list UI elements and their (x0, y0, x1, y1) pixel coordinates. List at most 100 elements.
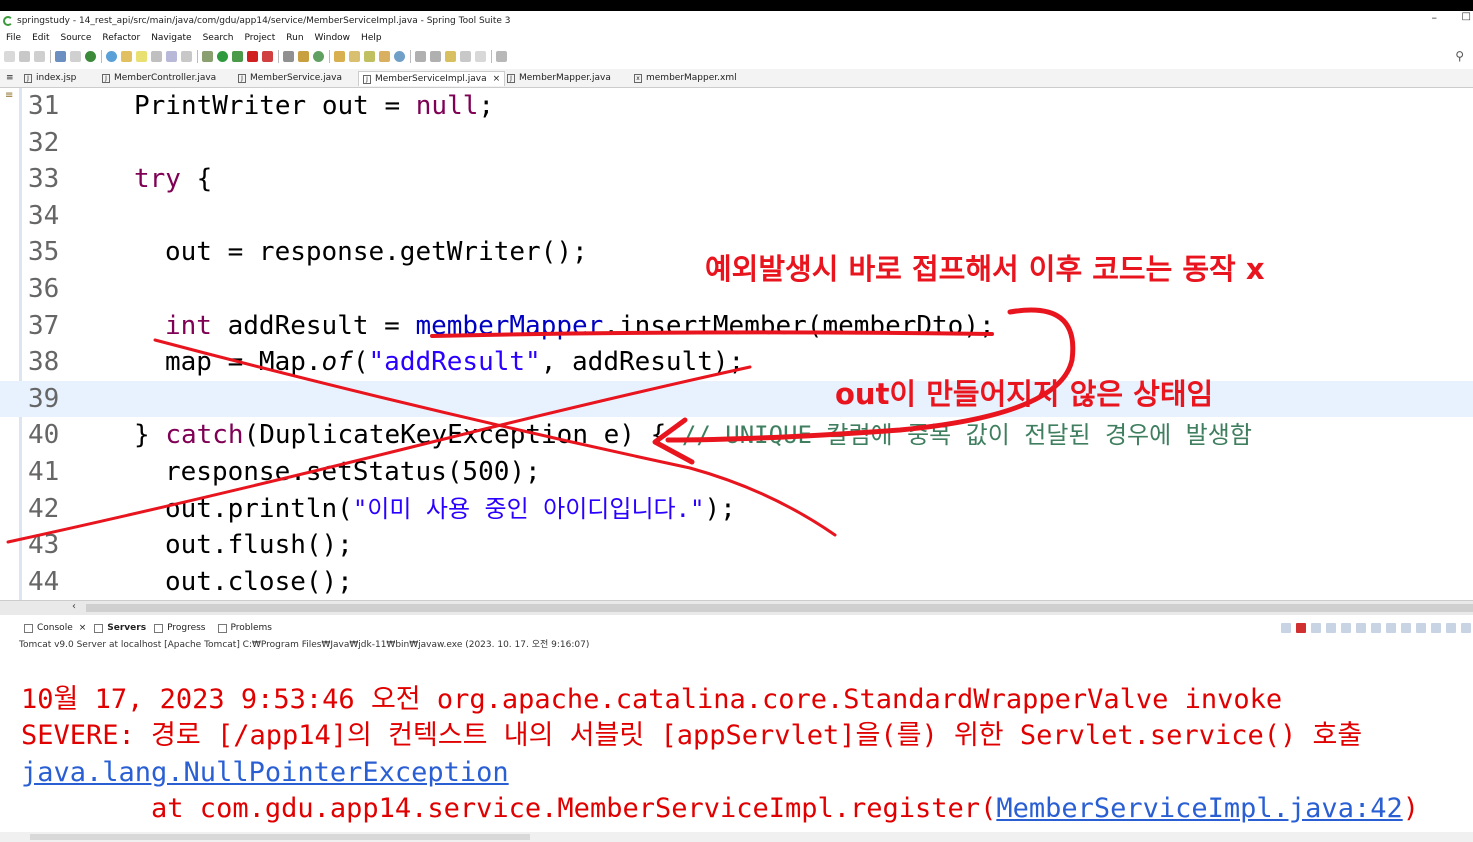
console-line: at com.gdu.app14.service.MemberServiceIm… (21, 791, 1419, 827)
tab-member-controller[interactable]: J MemberController.java (102, 71, 216, 85)
code-token: PrintWriter (134, 91, 307, 121)
skip-breakpoints-icon[interactable] (70, 50, 81, 62)
console-process-description: Tomcat v9.0 Server at localhost [Apache … (19, 640, 590, 650)
menu-file[interactable]: File (6, 33, 21, 43)
scroll-lock-icon[interactable] (1341, 623, 1351, 633)
tab-member-mapper[interactable]: J MemberMapper.java (507, 71, 611, 85)
code-token: } (134, 420, 166, 451)
tab-member-mapper-xml[interactable]: x memberMapper.xml (634, 71, 737, 85)
globe-icon[interactable] (394, 50, 405, 62)
last-edit-icon[interactable] (445, 50, 456, 62)
console-horizontal-scrollbar[interactable] (0, 832, 1473, 842)
open-perspective-icon[interactable] (496, 50, 507, 62)
string-token: "addResult" (368, 347, 541, 378)
line-number: 38 (28, 347, 60, 378)
tab-member-service-impl[interactable]: J MemberServiceImpl.java × (358, 71, 506, 86)
menu-project[interactable]: Project (244, 33, 275, 43)
code-text: out = response.getWriter(); (165, 237, 588, 268)
tab-console[interactable]: Console × (24, 623, 86, 633)
brush-icon[interactable] (364, 50, 375, 62)
pin-console-icon[interactable] (1401, 623, 1411, 633)
word-wrap-icon[interactable] (1356, 623, 1366, 633)
coverage-icon[interactable] (232, 50, 243, 62)
code-line-34: 34 (0, 198, 1473, 235)
forward-icon[interactable] (475, 50, 486, 62)
tab-list-icon[interactable]: ≡ (6, 71, 14, 85)
open-type-icon[interactable] (298, 50, 309, 62)
menu-help[interactable]: Help (361, 33, 382, 43)
scrollbar-thumb[interactable] (86, 604, 1473, 612)
save-all-icon[interactable] (34, 50, 45, 62)
line-number: 36 (28, 274, 60, 304)
menu-refactor[interactable]: Refactor (102, 33, 140, 43)
terminal-icon[interactable] (55, 50, 66, 62)
spring-boot-icon[interactable] (85, 50, 96, 62)
menu-edit[interactable]: Edit (32, 33, 49, 43)
tab-problems[interactable]: Problems (217, 623, 272, 633)
save-icon[interactable] (19, 50, 30, 62)
terminate-icon[interactable] (1296, 623, 1306, 633)
open-console-icon[interactable] (1431, 623, 1441, 633)
external-tools-icon[interactable] (262, 50, 273, 62)
clear-console-icon[interactable] (1326, 623, 1336, 633)
next-annotation-icon[interactable] (415, 50, 426, 62)
tab-servers[interactable]: Servers (94, 623, 146, 633)
tab-progress[interactable]: Progress (154, 623, 206, 633)
back-icon[interactable] (460, 50, 471, 62)
refresh-icon[interactable] (106, 50, 117, 62)
folder-icon[interactable] (379, 50, 390, 62)
line-number: 39 (28, 383, 60, 414)
debug-icon[interactable] (202, 50, 213, 62)
remove-launch-icon[interactable] (1281, 623, 1291, 633)
previous-annotation-icon[interactable] (430, 50, 441, 62)
toolbar-separator (197, 49, 198, 63)
keyword-token: catch (165, 420, 244, 451)
tab-member-service[interactable]: J MemberService.java (238, 71, 342, 85)
remove-all-icon[interactable] (1311, 623, 1321, 633)
scrollbar-thumb[interactable] (30, 834, 530, 840)
code-editor[interactable]: ≡ 31 PrintWriter out = null; 32 33 try {… (0, 88, 1473, 600)
highlight-icon[interactable] (136, 50, 147, 62)
menu-run[interactable]: Run (286, 33, 303, 43)
code-line-39: 39 (0, 380, 1473, 418)
java-file-icon: J (363, 74, 371, 84)
new-server-icon[interactable] (283, 50, 294, 62)
open-task-icon[interactable] (349, 50, 360, 62)
display-console-icon[interactable] (1416, 623, 1426, 633)
tab-label: Servers (107, 623, 147, 633)
search-icon[interactable]: ⚲ (1455, 49, 1464, 63)
minimize-button[interactable]: – (1432, 11, 1438, 24)
run-icon[interactable] (217, 50, 228, 62)
restore-button[interactable]: □ (1462, 11, 1471, 22)
maximize-view-icon[interactable] (1461, 623, 1471, 633)
code-line-38: 38 map = Map.of("addResult", addResult); (0, 344, 1473, 381)
bottom-view-tabs: Console × Servers Progress Problems (0, 620, 1473, 636)
menu-source[interactable]: Source (61, 33, 92, 43)
tab-index-jsp[interactable]: Jindex.jsp (24, 71, 76, 85)
code-token: map = Map. (165, 347, 322, 378)
source-link[interactable]: MemberServiceImpl.java:42 (996, 793, 1402, 824)
open-folder-icon[interactable] (334, 50, 345, 62)
line-number: 40 (28, 420, 60, 451)
menu-search[interactable]: Search (203, 33, 234, 43)
code-line-32: 32 (0, 125, 1473, 162)
scroll-left-icon[interactable]: ‹ (72, 601, 76, 612)
menu-window[interactable]: Window (315, 33, 351, 43)
exception-link[interactable]: java.lang.NullPointerException (21, 755, 509, 791)
editor-horizontal-scrollbar[interactable]: ‹ (0, 600, 1473, 615)
show-whitespace-icon[interactable] (181, 50, 192, 62)
block-select-icon[interactable] (166, 50, 177, 62)
new-class-icon[interactable] (313, 50, 324, 62)
new-icon[interactable] (4, 50, 15, 62)
minimize-view-icon[interactable] (1446, 623, 1456, 633)
problems-icon (217, 623, 227, 633)
close-icon[interactable]: × (493, 74, 501, 84)
menu-navigate[interactable]: Navigate (151, 33, 191, 43)
show-on-error-icon[interactable] (1386, 623, 1396, 633)
toggle-mark-icon[interactable] (151, 50, 162, 62)
pin-icon[interactable] (121, 50, 132, 62)
string-token: "이미 사용 중인 아이디입니다." (352, 494, 705, 523)
show-on-output-icon[interactable] (1371, 623, 1381, 633)
stop-icon[interactable] (247, 50, 258, 62)
close-icon[interactable]: × (79, 623, 87, 633)
